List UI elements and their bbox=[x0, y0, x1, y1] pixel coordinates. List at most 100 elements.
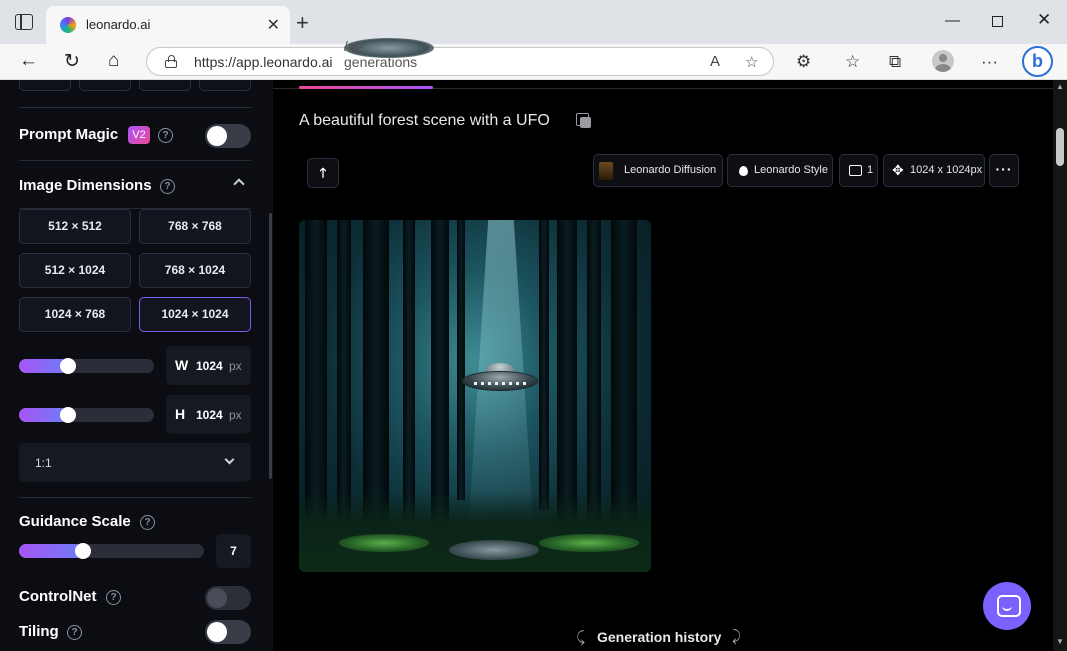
more-options-button[interactable]: ··· bbox=[989, 154, 1019, 187]
browser-tab[interactable]: leonardo.ai ✕ bbox=[46, 6, 290, 44]
generation-main-area: A beautiful forest scene with a UFO 🡑 Le… bbox=[273, 80, 1053, 651]
height-input[interactable]: H 1024 px bbox=[166, 395, 251, 434]
style-chip[interactable]: Leonardo Style bbox=[727, 154, 833, 187]
upload-arrow-button[interactable]: 🡑 bbox=[307, 158, 339, 188]
browser-tab-bar: leonardo.ai ✕ + — ✕ bbox=[0, 0, 1067, 44]
tree bbox=[457, 220, 465, 500]
home-icon[interactable]: ⌂ bbox=[108, 50, 119, 72]
moss bbox=[539, 534, 639, 552]
help-icon[interactable]: ? bbox=[140, 515, 155, 530]
page-scrollbar[interactable]: ▲ ▼ bbox=[1053, 80, 1067, 651]
height-value[interactable]: 1024 bbox=[196, 408, 223, 422]
window-close-icon[interactable]: ✕ bbox=[1037, 10, 1051, 30]
collapse-chevron-icon[interactable] bbox=[233, 178, 245, 190]
help-icon[interactable]: ? bbox=[160, 179, 175, 194]
width-label: W bbox=[175, 357, 189, 373]
moss bbox=[339, 534, 429, 552]
model-chip[interactable]: Leonardo Diffusion bbox=[593, 154, 723, 187]
guidance-slider-thumb[interactable] bbox=[75, 543, 91, 559]
height-unit: px bbox=[229, 408, 242, 422]
more-menu-icon[interactable]: ··· bbox=[981, 52, 998, 72]
option-stub[interactable] bbox=[79, 80, 131, 91]
move-arrows-icon: ✥ bbox=[892, 162, 904, 178]
forest-floor bbox=[299, 492, 651, 572]
dimension-preset-768x768[interactable]: 768 × 768 bbox=[139, 209, 251, 244]
sidebar-toggle-icon[interactable] bbox=[15, 14, 33, 30]
tiling-toggle[interactable] bbox=[205, 620, 251, 644]
width-input[interactable]: W 1024 px bbox=[166, 346, 251, 385]
image-count: 1 bbox=[867, 164, 874, 176]
page-scrollbar-thumb[interactable] bbox=[1056, 128, 1064, 166]
minimize-icon[interactable]: — bbox=[945, 12, 960, 29]
width-slider-thumb[interactable] bbox=[60, 358, 76, 374]
lock-icon[interactable] bbox=[165, 55, 177, 68]
height-slider-thumb[interactable] bbox=[60, 407, 76, 423]
chat-support-icon[interactable] bbox=[983, 582, 1031, 630]
maximize-icon[interactable] bbox=[992, 16, 1003, 27]
tree bbox=[403, 220, 415, 520]
dimension-preset-512x512[interactable]: 512 × 512 bbox=[19, 209, 131, 244]
read-aloud-icon[interactable]: A bbox=[710, 53, 720, 70]
style-drop-icon bbox=[739, 166, 748, 176]
width-value[interactable]: 1024 bbox=[196, 359, 223, 373]
image-dimensions-label: Image Dimensions bbox=[19, 177, 152, 194]
bing-copilot-icon[interactable]: b bbox=[1022, 46, 1053, 77]
aspect-ratio-select[interactable]: 1:1 bbox=[19, 443, 251, 482]
option-stub[interactable] bbox=[199, 80, 251, 91]
add-favorite-icon[interactable]: ☆ bbox=[745, 53, 758, 71]
active-tab-indicator bbox=[299, 86, 433, 89]
scroll-up-icon[interactable]: ▲ bbox=[1056, 82, 1064, 91]
address-bar[interactable]: https://app.leonardo.ai/ai-generations A… bbox=[146, 38, 774, 76]
prompt-magic-toggle[interactable] bbox=[205, 124, 251, 148]
controlnet-toggle[interactable] bbox=[205, 586, 251, 610]
divider bbox=[19, 160, 251, 161]
profile-avatar[interactable] bbox=[932, 50, 954, 72]
height-slider[interactable] bbox=[19, 407, 154, 423]
guidance-scale-slider[interactable] bbox=[19, 543, 204, 559]
back-icon[interactable]: ← bbox=[19, 50, 38, 72]
leonardo-favicon-icon bbox=[60, 17, 76, 33]
guidance-scale-label: Guidance Scale bbox=[19, 513, 131, 530]
prompt-text: A beautiful forest scene with a UFO bbox=[299, 112, 550, 129]
option-stub[interactable] bbox=[139, 80, 191, 91]
collections-icon[interactable]: ⧉ bbox=[889, 52, 901, 72]
generated-image[interactable] bbox=[299, 220, 651, 572]
style-name: Leonardo Style bbox=[754, 164, 828, 176]
model-thumbnail bbox=[599, 162, 613, 180]
settings-scrollbar[interactable] bbox=[269, 213, 272, 479]
browser-toolbar: ← ↻ ⌂ https://app.leonardo.ai/ai-generat… bbox=[0, 38, 1067, 80]
ufo bbox=[462, 363, 538, 393]
help-icon[interactable]: ? bbox=[106, 590, 121, 605]
new-tab-icon[interactable]: + bbox=[296, 10, 309, 36]
help-icon[interactable]: ? bbox=[158, 128, 173, 143]
url-text[interactable]: https://app.leonardo.ai/ai-generations bbox=[194, 38, 434, 70]
leonardo-page: Prompt Magic V2 ? Image Dimensions ? 512… bbox=[0, 80, 1067, 651]
dimension-preset-768x1024[interactable]: 768 × 1024 bbox=[139, 253, 251, 288]
guidance-slider-fill bbox=[19, 544, 83, 558]
dimension-preset-1024x768[interactable]: 1024 × 768 bbox=[19, 297, 131, 332]
guidance-scale-value[interactable]: 7 bbox=[216, 534, 251, 568]
image-size-chip[interactable]: ✥ 1024 x 1024px bbox=[883, 154, 985, 187]
help-icon[interactable]: ? bbox=[67, 625, 82, 640]
option-stub[interactable] bbox=[19, 80, 71, 91]
width-unit: px bbox=[229, 359, 242, 373]
extensions-icon[interactable]: ⚙ bbox=[796, 52, 811, 72]
tiling-label: Tiling bbox=[19, 623, 59, 640]
dimension-preset-512x1024[interactable]: 512 × 1024 bbox=[19, 253, 131, 288]
tab-close-icon[interactable]: ✕ bbox=[267, 15, 280, 35]
copy-icon[interactable] bbox=[576, 113, 592, 129]
aspect-ratio-value: 1:1 bbox=[35, 456, 52, 470]
model-name: Leonardo Diffusion bbox=[624, 164, 717, 176]
image-count-chip[interactable]: 1 bbox=[839, 154, 878, 187]
refresh-icon[interactable]: ↻ bbox=[64, 50, 80, 73]
chevron-down-icon bbox=[224, 454, 235, 465]
scroll-down-icon[interactable]: ▼ bbox=[1056, 637, 1064, 646]
tab-title: leonardo.ai bbox=[86, 17, 151, 32]
generation-history-label[interactable]: Generation history bbox=[597, 629, 721, 645]
width-slider[interactable] bbox=[19, 358, 154, 374]
controlnet-label: ControlNet bbox=[19, 588, 97, 605]
favorites-icon[interactable]: ☆ bbox=[845, 52, 860, 72]
tree bbox=[539, 220, 549, 510]
dimension-preset-1024x1024[interactable]: 1024 × 1024 bbox=[139, 297, 251, 332]
history-arrow-right-icon: ⤸ bbox=[732, 628, 742, 645]
